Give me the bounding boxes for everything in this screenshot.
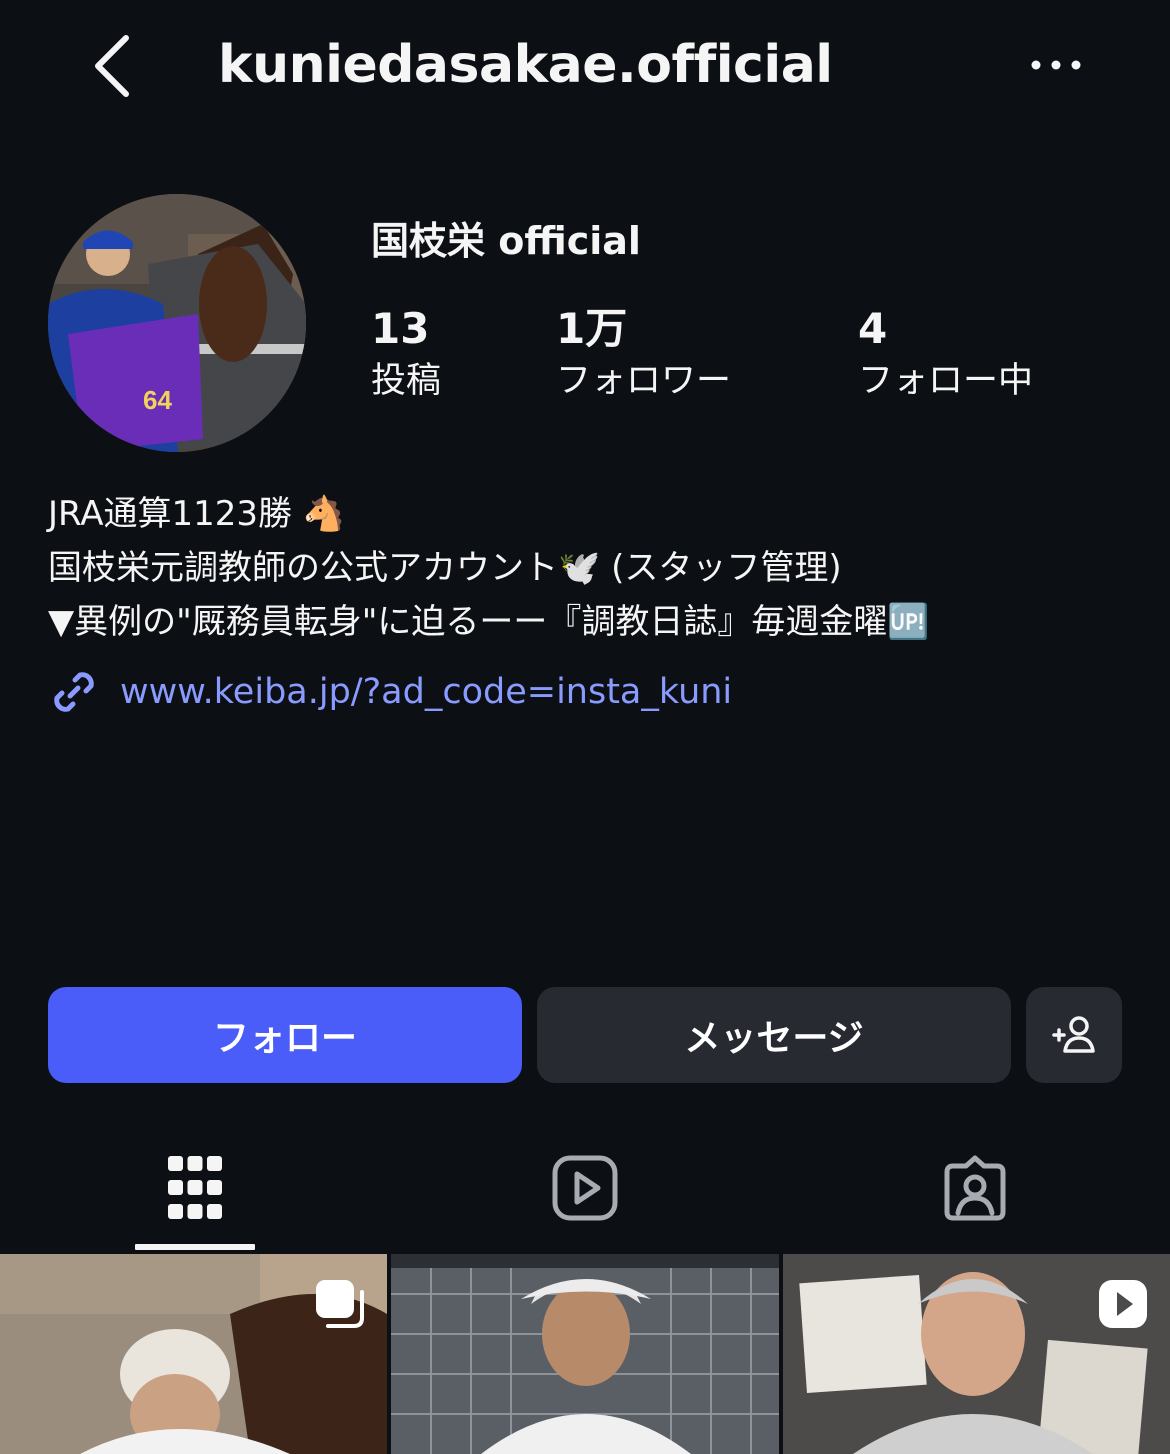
bio-link-text: www.keiba.jp/?ad_code=insta_kuni [120,672,733,712]
more-horizontal-icon [1031,60,1081,70]
reels-icon [552,1155,618,1220]
message-button[interactable]: メッセージ [537,987,1011,1083]
reel-play-icon [1099,1280,1147,1328]
post-thumbnail-2[interactable] [391,1254,779,1454]
suggested-users-button[interactable] [1026,987,1122,1083]
profile-avatar[interactable]: 64 [48,194,306,452]
following-count-value: 4 [858,304,888,353]
post-thumbnail-3[interactable] [783,1254,1170,1454]
active-tab-indicator [135,1244,255,1250]
grid-icon [168,1155,222,1219]
bio-link[interactable]: www.keiba.jp/?ad_code=insta_kuni [48,664,732,720]
chevron-left-icon [95,35,129,97]
following-count[interactable]: 4 フォロー中 [858,300,1033,406]
back-button[interactable] [90,30,140,100]
posts-count[interactable]: 13 投稿 [371,300,441,406]
tab-reels[interactable] [525,1145,645,1230]
followers-count-label: フォロワー [556,361,732,401]
display-name: 国枝栄 official [371,219,641,263]
bio-line-3: ▼異例の"厩務員転身"に迫るーー『調教日誌』毎週金曜🆙 [48,602,930,642]
followers-count[interactable]: 1万 フォロワー [556,300,731,406]
tab-posts-grid[interactable] [135,1145,255,1230]
link-icon [54,672,94,712]
following-count-label: フォロー中 [858,361,1034,401]
tab-tagged[interactable] [915,1145,1035,1230]
carousel-icon [316,1280,364,1328]
followers-count-value: 1万 [556,304,628,353]
add-person-icon [1052,1016,1095,1053]
posts-count-value: 13 [371,304,430,353]
profile-username: kuniedasakae.official [218,35,833,95]
posts-count-label: 投稿 [371,361,442,401]
more-options-button[interactable] [1026,50,1086,80]
post-thumbnail-1[interactable] [0,1254,387,1454]
follow-button[interactable]: フォロー [48,987,522,1083]
tagged-icon [944,1155,1006,1220]
bio-line-1: JRA通算1123勝 🐴 [48,494,346,534]
bio-line-2: 国枝栄元調教師の公式アカウント🕊️ (スタッフ管理) [48,548,842,588]
svg-text:64: 64 [143,385,172,415]
